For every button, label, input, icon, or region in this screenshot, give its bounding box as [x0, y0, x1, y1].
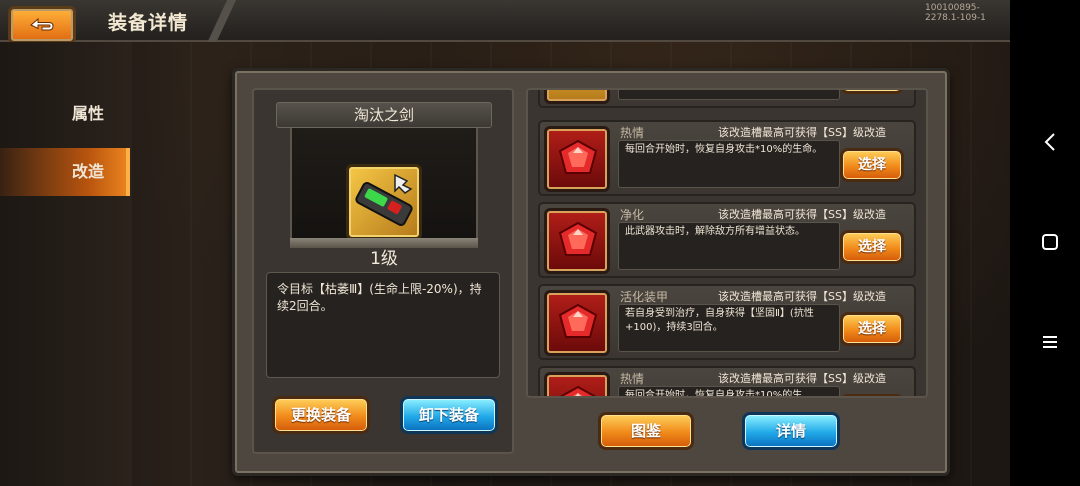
slot-select-button[interactable]: 选择 — [840, 230, 904, 264]
slot-row: 热情 该改造槽最高可获得【SS】级改造 每回合开始时，恢复自身攻击*10%的生命… — [538, 120, 916, 196]
unequip-button[interactable]: 卸下装备 — [400, 396, 498, 434]
slot-select-button[interactable]: 选择 — [840, 394, 904, 396]
gem-frame — [544, 126, 610, 192]
ruby-gem-icon — [558, 221, 598, 256]
menu-lines-icon[interactable] — [1038, 330, 1062, 354]
slot-hint: 该改造槽最高可获得【SS】级改造 — [718, 290, 886, 303]
left-nav: 属性 改造 — [0, 42, 130, 486]
back-button[interactable] — [8, 6, 76, 44]
ruby-gem-icon — [558, 139, 598, 174]
header-bar: 装备详情 100100895-2278.1-109-1 — [0, 0, 1010, 44]
ruby-gem-icon — [559, 385, 597, 396]
nav-item-attributes[interactable]: 属性 — [0, 90, 130, 138]
back-arrow-icon — [30, 17, 54, 31]
slot-row: 活化装甲 该改造槽最高可获得【SS】级改造 若自身受到治疗，自身获得【坚固Ⅱ】(… — [538, 284, 916, 360]
system-nav-bar — [1010, 0, 1080, 486]
slot-hint: 该改造槽最高可获得【SS】级改造 — [718, 126, 886, 139]
slot-effect-text: 此武器攻击时，解除敌方所有增益状态。 — [618, 222, 840, 270]
nav-item-modify[interactable]: 改造 — [0, 148, 130, 196]
chevron-left-icon[interactable] — [1038, 130, 1062, 154]
title-divider — [200, 0, 240, 42]
equipment-description: 令目标【枯萎Ⅲ】(生命上限-20%)，持续2回合。 — [266, 272, 500, 378]
build-id: 100100895-2278.1-109-1 — [925, 3, 986, 23]
gem-frame — [544, 372, 610, 396]
slot-effect-text: 若自身受到治疗，自身获得【坚固Ⅱ】(抗性+100)，持续3回合。 — [618, 304, 840, 352]
slot-select-button-partial[interactable] — [840, 90, 904, 94]
slot-select-button[interactable]: 选择 — [840, 148, 904, 182]
slot-name: 热情 — [620, 126, 645, 140]
slot-effect-text: 每回合开始时，恢复自身攻击*10%的生 — [618, 386, 840, 396]
gem-frame — [544, 208, 610, 274]
slot-text-partial — [618, 90, 840, 100]
item-level: 1级 — [370, 249, 398, 269]
detail-button[interactable]: 详情 — [742, 412, 840, 450]
slot-hint: 该改造槽最高可获得【SS】级改造 — [718, 208, 886, 221]
slot-effect-text: 每回合开始时，恢复自身攻击*10%的生命。 — [618, 140, 840, 188]
change-equipment-button[interactable]: 更换装备 — [272, 396, 370, 434]
slot-row: 热情 该改造槽最高可获得【SS】级改造 每回合开始时，恢复自身攻击*10%的生 … — [538, 366, 916, 396]
slot-name: 热情 — [620, 372, 645, 386]
equipment-name: 淘汰之剑 — [276, 102, 492, 128]
slot-row: 净化 该改造槽最高可获得【SS】级改造 此武器攻击时，解除敌方所有增益状态。 选… — [538, 202, 916, 278]
catalog-button[interactable]: 图鉴 — [598, 412, 694, 450]
slot-select-button[interactable]: 选择 — [840, 312, 904, 346]
page-title: 装备详情 — [108, 12, 189, 34]
square-icon[interactable] — [1038, 230, 1062, 254]
slot-name: 活化装甲 — [620, 290, 669, 304]
slot-name: 净化 — [620, 208, 645, 222]
gold-gem-frame — [544, 90, 610, 104]
ruby-gem-icon — [558, 303, 598, 338]
slot-row-partial — [538, 90, 916, 108]
sword-item-icon[interactable] — [346, 164, 422, 240]
modification-slot-list[interactable]: 热情 该改造槽最高可获得【SS】级改造 每回合开始时，恢复自身攻击*10%的生命… — [526, 88, 928, 398]
gem-frame — [544, 290, 610, 356]
slot-hint: 该改造槽最高可获得【SS】级改造 — [718, 372, 886, 385]
